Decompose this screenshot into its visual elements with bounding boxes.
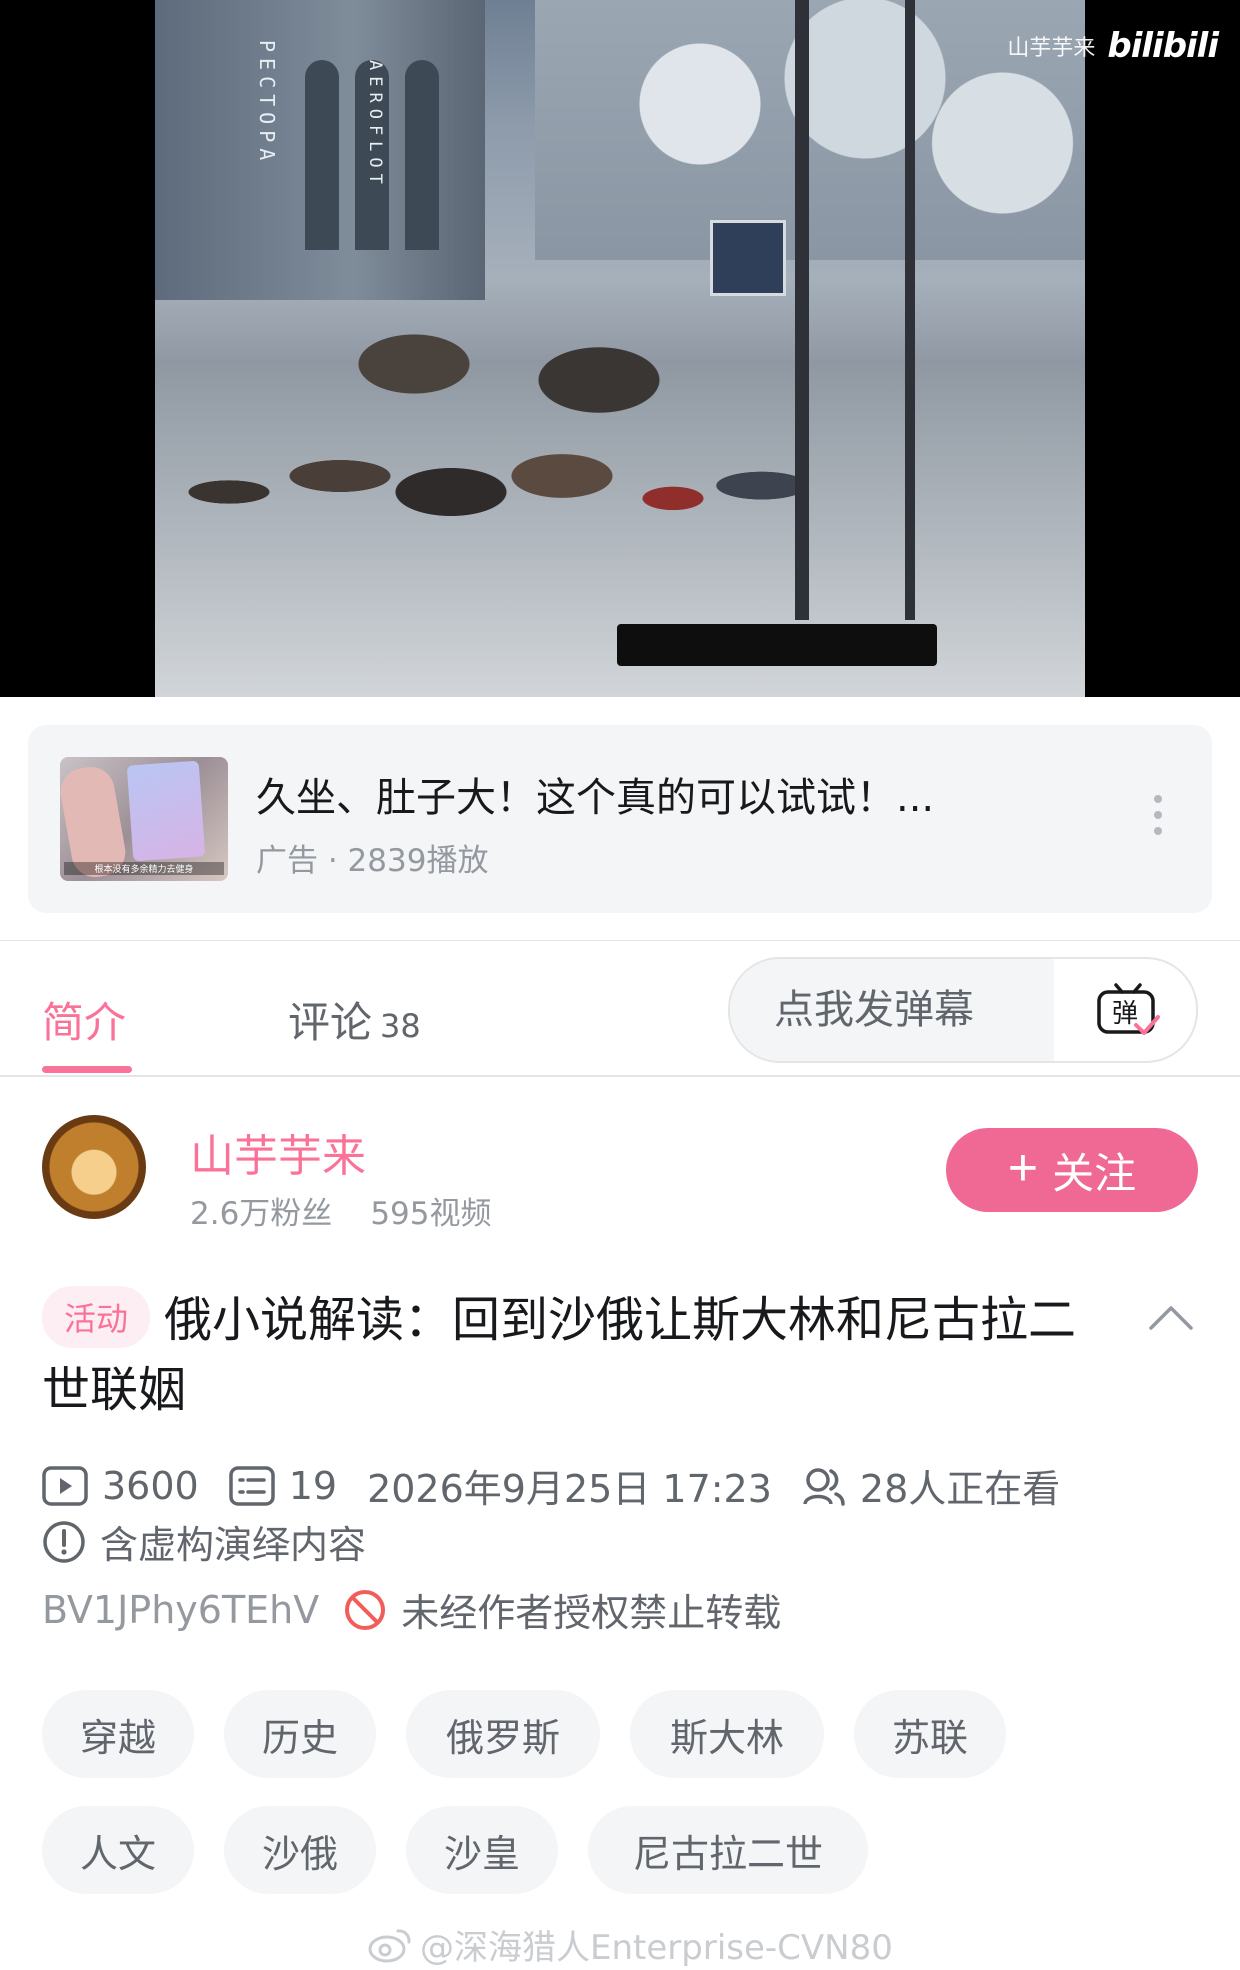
- arch: [305, 60, 339, 250]
- arch: [405, 60, 439, 250]
- building: [155, 0, 485, 300]
- activity-tag[interactable]: 活动: [42, 1286, 151, 1348]
- tag-chip[interactable]: 沙俄: [224, 1806, 376, 1894]
- thumbnail-caption: 根本没有多余精力去健身: [64, 862, 224, 875]
- tag-chip[interactable]: 穿越: [42, 1690, 194, 1778]
- danmaku-toggle-icon[interactable]: 弹: [1096, 981, 1160, 1039]
- video-player[interactable]: PECTOPA AEROFLOT 山芋芋来 bilibili: [0, 0, 1240, 697]
- publish-date: 2026年9月25日 17:23: [367, 1467, 772, 1511]
- weibo-watermark: @深海猎人Enterprise-CVN80: [368, 1920, 893, 1969]
- redacted-subtitle: [617, 624, 937, 666]
- videos-count: 595视频: [370, 1196, 492, 1232]
- road-sign: [710, 220, 786, 296]
- follow-label: 关注: [1052, 1149, 1137, 1197]
- tag-chip[interactable]: 历史: [224, 1690, 376, 1778]
- fiction-notice-row: 含虚构演绎内容: [42, 1514, 366, 1569]
- plus-icon: +: [1007, 1139, 1039, 1197]
- tab-active-indicator: [42, 1066, 132, 1073]
- tab-intro[interactable]: 简介: [42, 989, 126, 1050]
- tag-chip[interactable]: 人文: [42, 1806, 194, 1894]
- video-watermark: 山芋芋来 bilibili: [1007, 26, 1219, 66]
- chevron-up-icon[interactable]: [1148, 1302, 1194, 1332]
- no-repost-icon: [345, 1589, 386, 1630]
- video-title-block: 活动 俄小说解读：回到沙俄让斯大林和尼古拉二世联姻: [42, 1285, 1082, 1425]
- follow-button[interactable]: + 关注: [946, 1128, 1198, 1212]
- tag-chip[interactable]: 苏联: [854, 1690, 1006, 1778]
- ad-title: 久坐、肚子大！这个真的可以试试！...: [256, 775, 935, 821]
- video-frame: PECTOPA AEROFLOT: [155, 0, 1085, 697]
- weibo-icon: [368, 1928, 411, 1962]
- sign-pectopa: PECTOPA: [255, 40, 279, 167]
- video-stats-row: 3600 19 2026年9月25日 17:23 28人正在看: [42, 1458, 1060, 1513]
- ad-thumbnail: 根本没有多余精力去健身: [60, 757, 228, 881]
- danmaku-count: 19: [288, 1463, 338, 1508]
- sign-aeroflot: AEROFLOT: [365, 60, 385, 190]
- uploader-avatar[interactable]: [42, 1115, 146, 1219]
- crowd: [155, 300, 895, 620]
- thumbnail-figure: [126, 760, 206, 862]
- weibo-watermark-text: @深海猎人Enterprise-CVN80: [420, 1928, 893, 1968]
- bvid-row: BV1JPhy6TEhV 未经作者授权禁止转载: [42, 1582, 781, 1637]
- play-count-icon: [42, 1465, 88, 1506]
- bvid[interactable]: BV1JPhy6TEhV: [42, 1588, 319, 1632]
- ad-meta: 广告 · 2839播放: [256, 843, 489, 879]
- uploader-name[interactable]: 山芋芋来: [190, 1120, 366, 1184]
- video-title: 俄小说解读：回到沙俄让斯大林和尼古拉二世联姻: [42, 1292, 1077, 1418]
- comments-count: 38: [380, 1007, 421, 1045]
- tab-comments[interactable]: 评论 38: [288, 989, 421, 1050]
- tag-chip[interactable]: 沙皇: [406, 1806, 558, 1894]
- ad-card[interactable]: 根本没有多余精力去健身 久坐、肚子大！这个真的可以试试！... 广告 · 283…: [28, 725, 1212, 913]
- content-tabs: 简介 评论38 弹: [0, 940, 1240, 1077]
- fans-count: 2.6万粉丝: [190, 1196, 333, 1232]
- snowy-trees: [535, 0, 1085, 260]
- tag-chip[interactable]: 斯大林: [630, 1690, 824, 1778]
- play-count: 3600: [102, 1463, 199, 1508]
- danmaku-count-icon: [228, 1465, 275, 1506]
- watermark-uploader: 山芋芋来: [1007, 36, 1096, 61]
- tag-chip[interactable]: 尼古拉二世: [588, 1806, 868, 1894]
- more-options-icon[interactable]: [1154, 795, 1162, 835]
- fiction-notice: 含虚构演绎内容: [100, 1523, 367, 1567]
- bilibili-logo: bilibili: [1107, 26, 1219, 66]
- watching-count: 28人正在看: [859, 1467, 1061, 1511]
- viewers-icon: [803, 1467, 845, 1506]
- info-icon: [43, 1520, 85, 1563]
- danmaku-input[interactable]: [730, 959, 1054, 1061]
- street-pole: [905, 0, 915, 620]
- uploader-stats: 2.6万粉丝 595视频: [190, 1188, 491, 1233]
- repost-notice: 未经作者授权禁止转载: [401, 1591, 782, 1635]
- danmaku-bar: 弹: [728, 957, 1198, 1063]
- tag-chip[interactable]: 俄罗斯: [406, 1690, 600, 1778]
- street-pole: [795, 0, 809, 620]
- tab-comments-label: 评论: [288, 998, 373, 1047]
